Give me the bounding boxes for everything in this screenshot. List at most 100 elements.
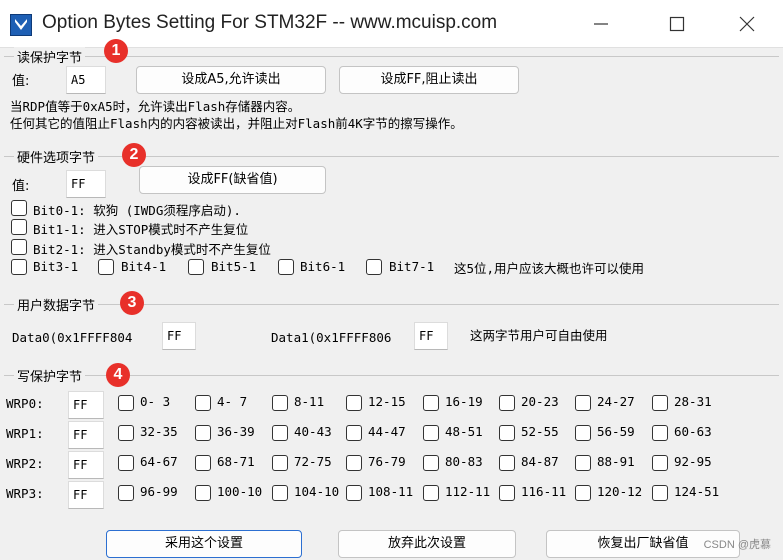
- wrp-row-label: WRP1:: [6, 426, 44, 441]
- badge-4: 4: [106, 363, 130, 387]
- wrp-page-label: 20-23: [521, 394, 559, 409]
- badge-3: 3: [120, 291, 144, 315]
- set-ff-default-button[interactable]: 设成FF(缺省值): [139, 166, 326, 194]
- wrp-page-checkbox[interactable]: [575, 425, 591, 441]
- wrp-page-label: 44-47: [368, 424, 406, 439]
- wrp-page-checkbox[interactable]: [118, 455, 134, 471]
- wrp-page-checkbox[interactable]: [272, 395, 288, 411]
- wrp-page-label: 104-10: [294, 484, 340, 499]
- wrp-page-checkbox[interactable]: [195, 395, 211, 411]
- wrp-page-checkbox[interactable]: [575, 455, 591, 471]
- wrp-page-label: 48-51: [445, 424, 483, 439]
- wrp-page-checkbox[interactable]: [575, 395, 591, 411]
- wrp-page-label: 68-71: [217, 454, 255, 469]
- bit2-checkbox[interactable]: [11, 239, 27, 255]
- wrp-page-checkbox[interactable]: [118, 395, 134, 411]
- wrp-value-input[interactable]: FF: [68, 451, 104, 479]
- user-data-title: 用户数据字节: [14, 295, 99, 314]
- wrp-page-label: 0- 3: [140, 394, 171, 409]
- bit7-label: Bit7-1: [389, 259, 435, 274]
- wrp-page-checkbox[interactable]: [272, 425, 288, 441]
- wrp-page-checkbox[interactable]: [423, 425, 439, 441]
- minimize-button[interactable]: [566, 0, 636, 48]
- wrp-page-label: 16-19: [445, 394, 483, 409]
- wrp-row-label: WRP0:: [6, 396, 44, 411]
- wrp-page-label: 60-63: [674, 424, 712, 439]
- wrp-page-checkbox[interactable]: [423, 455, 439, 471]
- wrp-page-label: 52-55: [521, 424, 559, 439]
- data1-input[interactable]: FF: [414, 322, 448, 350]
- hw-value-label: 值:: [12, 179, 30, 194]
- read-value-input[interactable]: A5: [66, 66, 106, 94]
- set-ff-block-button[interactable]: 设成FF,阻止读出: [339, 66, 519, 94]
- wrp-page-label: 72-75: [294, 454, 332, 469]
- bit3-checkbox[interactable]: [11, 259, 27, 275]
- wrp-page-checkbox[interactable]: [195, 425, 211, 441]
- wrp-page-checkbox[interactable]: [652, 485, 668, 501]
- discard-settings-button[interactable]: 放弃此次设置: [338, 530, 516, 558]
- wrp-value-input[interactable]: FF: [68, 481, 104, 509]
- wrp-page-checkbox[interactable]: [346, 395, 362, 411]
- bit3-label: Bit3-1: [33, 259, 79, 274]
- wrp-page-label: 108-11: [368, 484, 414, 499]
- wrp-page-label: 100-10: [217, 484, 263, 499]
- bits-note: 这5位,用户应该大概也许可以使用: [454, 261, 645, 276]
- wrp-page-label: 56-59: [597, 424, 635, 439]
- wrp-page-checkbox[interactable]: [272, 485, 288, 501]
- wrp-page-label: 64-67: [140, 454, 178, 469]
- wrp-page-checkbox[interactable]: [499, 455, 515, 471]
- bit5-checkbox[interactable]: [188, 259, 204, 275]
- wrp-page-checkbox[interactable]: [652, 425, 668, 441]
- bit4-checkbox[interactable]: [98, 259, 114, 275]
- close-icon: [739, 16, 755, 32]
- wrp-page-checkbox[interactable]: [423, 485, 439, 501]
- wrp-value-input[interactable]: FF: [68, 391, 104, 419]
- bit2-label: Bit2-1: 进入Standby模式时不产生复位: [33, 242, 271, 257]
- data0-input[interactable]: FF: [162, 322, 196, 350]
- bit0-label: Bit0-1: 软狗 (IWDG须程序启动).: [33, 203, 241, 218]
- wrp-page-label: 76-79: [368, 454, 406, 469]
- wrp-page-label: 8-11: [294, 394, 325, 409]
- wrp-page-checkbox[interactable]: [346, 455, 362, 471]
- bit1-checkbox[interactable]: [11, 219, 27, 235]
- bit7-checkbox[interactable]: [366, 259, 382, 275]
- wrp-page-label: 80-83: [445, 454, 483, 469]
- wrp-page-label: 120-12: [597, 484, 643, 499]
- wrp-page-checkbox[interactable]: [118, 485, 134, 501]
- hw-value-input[interactable]: FF: [66, 170, 106, 198]
- wrp-page-label: 88-91: [597, 454, 635, 469]
- data0-label: Data0(0x1FFFF804: [12, 330, 133, 345]
- wrp-value-input[interactable]: FF: [68, 421, 104, 449]
- user-data-note: 这两字节用户可自由使用: [470, 328, 608, 343]
- wrp-page-checkbox[interactable]: [118, 425, 134, 441]
- wrp-page-checkbox[interactable]: [423, 395, 439, 411]
- maximize-icon: [669, 16, 685, 32]
- bit0-checkbox[interactable]: [11, 200, 27, 216]
- close-button[interactable]: [712, 0, 782, 48]
- wrp-page-checkbox[interactable]: [346, 425, 362, 441]
- wrp-page-checkbox[interactable]: [652, 455, 668, 471]
- wrp-page-label: 24-27: [597, 394, 635, 409]
- wrp-page-checkbox[interactable]: [499, 395, 515, 411]
- wrp-page-checkbox[interactable]: [195, 455, 211, 471]
- wrp-page-checkbox[interactable]: [346, 485, 362, 501]
- watermark: CSDN @虎慕: [703, 539, 771, 551]
- bit6-checkbox[interactable]: [278, 259, 294, 275]
- minimize-icon: [594, 23, 608, 25]
- wrp-page-label: 112-11: [445, 484, 491, 499]
- maximize-button[interactable]: [642, 0, 712, 48]
- wrp-page-label: 124-51: [674, 484, 720, 499]
- wrp-page-label: 40-43: [294, 424, 332, 439]
- apply-settings-button[interactable]: 采用这个设置: [106, 530, 302, 558]
- wrp-page-label: 36-39: [217, 424, 255, 439]
- set-a5-button[interactable]: 设成A5,允许读出: [136, 66, 326, 94]
- wrp-page-checkbox[interactable]: [652, 395, 668, 411]
- wrp-page-label: 116-11: [521, 484, 567, 499]
- wrp-page-checkbox[interactable]: [499, 425, 515, 441]
- wrp-page-checkbox[interactable]: [195, 485, 211, 501]
- wrp-page-checkbox[interactable]: [575, 485, 591, 501]
- wrp-page-checkbox[interactable]: [499, 485, 515, 501]
- read-value-label: 值:: [12, 74, 30, 89]
- wrp-page-checkbox[interactable]: [272, 455, 288, 471]
- wrp-page-label: 84-87: [521, 454, 559, 469]
